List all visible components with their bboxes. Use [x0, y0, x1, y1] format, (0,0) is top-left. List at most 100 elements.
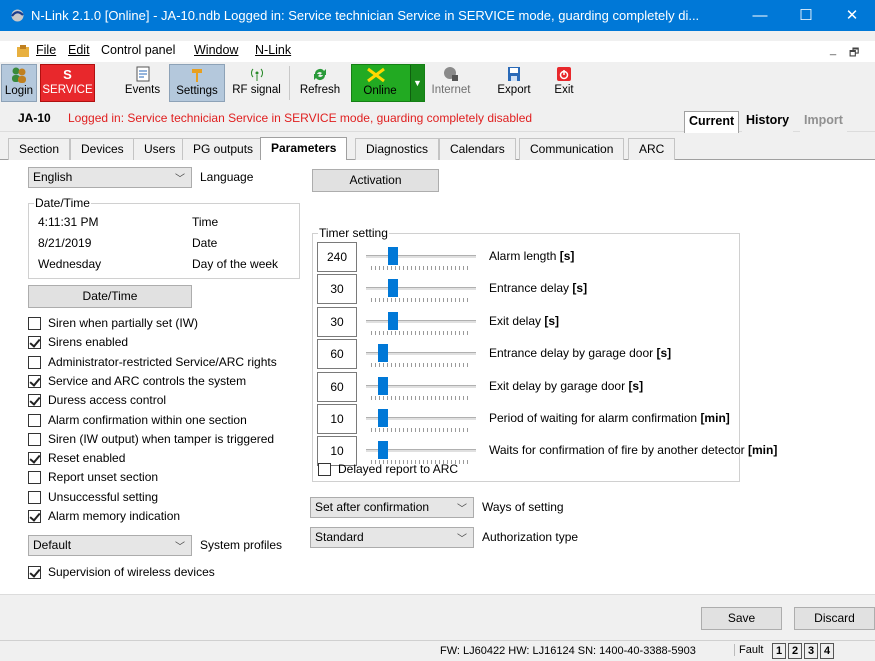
option-label: Administrator-restricted Service/ARC rig…	[48, 354, 277, 369]
slider-ticks	[371, 395, 471, 400]
save-button[interactable]: Save	[701, 607, 782, 630]
chevron-down-icon: ﹀	[457, 504, 467, 515]
system-profiles-label: System profiles	[200, 538, 283, 552]
settings-button[interactable]: Settings	[169, 64, 225, 102]
timer-label-text: Entrance delay	[489, 281, 570, 296]
timer-label-text: Waits for confirmation of fire by anothe…	[489, 443, 745, 458]
timer-value-input[interactable]: 30	[317, 274, 357, 305]
slider-thumb[interactable]	[378, 344, 388, 363]
supervision-check	[28, 566, 41, 579]
option-label: Reset enabled	[48, 451, 126, 466]
checkbox-box	[28, 471, 41, 485]
timer-row: 60 Entrance delay by garage door [s]	[317, 339, 737, 370]
option-label: Unsuccessful setting	[48, 489, 159, 504]
control-panel-icon	[17, 45, 29, 57]
authorization-type-label: Authorization type	[482, 530, 579, 544]
view-tab-history[interactable]: History	[742, 111, 794, 133]
view-tab-current[interactable]: Current	[684, 111, 740, 133]
timer-value-input[interactable]: 60	[317, 339, 357, 370]
rf-signal-button[interactable]: RF signal	[229, 64, 284, 102]
slider-thumb[interactable]	[388, 311, 398, 330]
timer-value-input[interactable]: 60	[317, 371, 357, 402]
time-label: Time	[192, 215, 219, 229]
login-status-message: Logged in: Service technician Service in…	[68, 111, 533, 125]
tab-calendars[interactable]: Calendars	[439, 138, 516, 160]
datetime-button[interactable]: Date/Time	[28, 285, 192, 308]
timer-value-input[interactable]: 30	[317, 306, 357, 337]
timer-slider[interactable]	[366, 339, 476, 369]
exit-button[interactable]: Exit	[549, 64, 579, 102]
language-select[interactable]: English ﹀	[28, 167, 192, 188]
authorization-type-select[interactable]: Standard ﹀	[310, 527, 474, 548]
online-button[interactable]: Online ▼	[351, 64, 425, 102]
settings-icon	[192, 69, 202, 82]
language-value: English	[33, 170, 73, 184]
checkbox-box	[28, 355, 41, 369]
slider-thumb[interactable]	[378, 441, 388, 460]
timer-slider[interactable]	[366, 274, 476, 304]
menu-control-panel[interactable]: Control panel	[101, 43, 175, 57]
tab-pg-outputs[interactable]: PG outputs	[182, 138, 265, 160]
menu-nlink[interactable]: N-Link	[255, 43, 291, 57]
export-icon	[508, 67, 520, 81]
slider-track	[366, 319, 476, 323]
timer-row: 60 Exit delay by garage door [s]	[317, 371, 737, 403]
ways-of-setting-select[interactable]: Set after confirmation ﹀	[310, 497, 474, 518]
events-button[interactable]: Events	[120, 64, 165, 102]
checkbox-box	[28, 336, 41, 350]
section-indicator-2: 2	[788, 643, 802, 659]
delayed-report-check	[318, 463, 331, 476]
minimize-button[interactable]: —	[737, 0, 783, 31]
menu-edit[interactable]: Edit	[68, 43, 90, 57]
checkbox-box	[28, 413, 41, 427]
tab-diagnostics[interactable]: Diagnostics	[355, 138, 440, 160]
activation-button[interactable]: Activation	[312, 169, 439, 192]
tab-arc[interactable]: ARC	[628, 138, 676, 160]
checkbox-box	[28, 490, 41, 504]
events-icon	[136, 66, 149, 82]
online-dropdown-icon[interactable]: ▼	[410, 65, 424, 101]
action-bar: Save Discard	[0, 594, 875, 640]
timer-slider[interactable]	[366, 372, 476, 402]
checkbox-box	[28, 394, 41, 408]
timer-label: Exit delay [s]	[489, 314, 559, 328]
exit-label: Exit	[554, 84, 574, 96]
timer-value-input[interactable]: 240	[317, 242, 357, 272]
timer-value-input[interactable]: 10	[317, 404, 357, 434]
mdi-restore-button[interactable]: 🗗	[849, 44, 859, 63]
timer-row: 240 Alarm length [s]	[317, 242, 737, 273]
menu-window[interactable]: Window	[194, 43, 238, 57]
timer-slider[interactable]	[366, 307, 476, 337]
mdi-minimize-button[interactable]: _	[830, 44, 836, 56]
slider-thumb[interactable]	[388, 247, 398, 265]
tab-communication[interactable]: Communication	[519, 138, 625, 160]
tab-parameters[interactable]: Parameters	[260, 137, 348, 161]
option-label: Service and ARC controls the system	[48, 373, 247, 388]
login-button[interactable]: Login	[1, 64, 37, 102]
close-button[interactable]: ✕	[829, 0, 875, 31]
system-profiles-select[interactable]: Default ﹀	[28, 535, 192, 556]
system-profiles-value: Default	[33, 538, 72, 552]
internet-button[interactable]: Internet	[428, 64, 474, 102]
slider-thumb[interactable]	[378, 409, 388, 427]
view-tab-import[interactable]: Import	[800, 111, 847, 133]
timer-slider[interactable]	[366, 404, 476, 434]
maximize-button[interactable]: ☐	[783, 0, 829, 31]
service-button[interactable]: S SERVICE	[40, 64, 95, 102]
export-button[interactable]: Export	[492, 64, 536, 102]
slider-thumb[interactable]	[388, 279, 398, 298]
tab-devices[interactable]: Devices	[70, 138, 135, 160]
discard-button[interactable]: Discard	[794, 607, 875, 630]
tab-users[interactable]: Users	[133, 138, 187, 160]
section-indicator-4: 4	[820, 643, 834, 659]
checkbox-box	[28, 510, 41, 523]
online-icon	[367, 67, 385, 83]
menu-nlink-label: N-Link	[255, 43, 292, 57]
tab-section[interactable]: Section	[8, 138, 71, 160]
timer-label-text: Exit delay	[489, 313, 542, 328]
menu-bar: File Edit Control panel Window N-Link _ …	[0, 41, 875, 62]
timer-unit: [s]	[544, 313, 560, 328]
slider-thumb[interactable]	[378, 376, 388, 395]
timer-slider[interactable]	[366, 242, 476, 272]
menu-file[interactable]: File	[36, 43, 56, 57]
